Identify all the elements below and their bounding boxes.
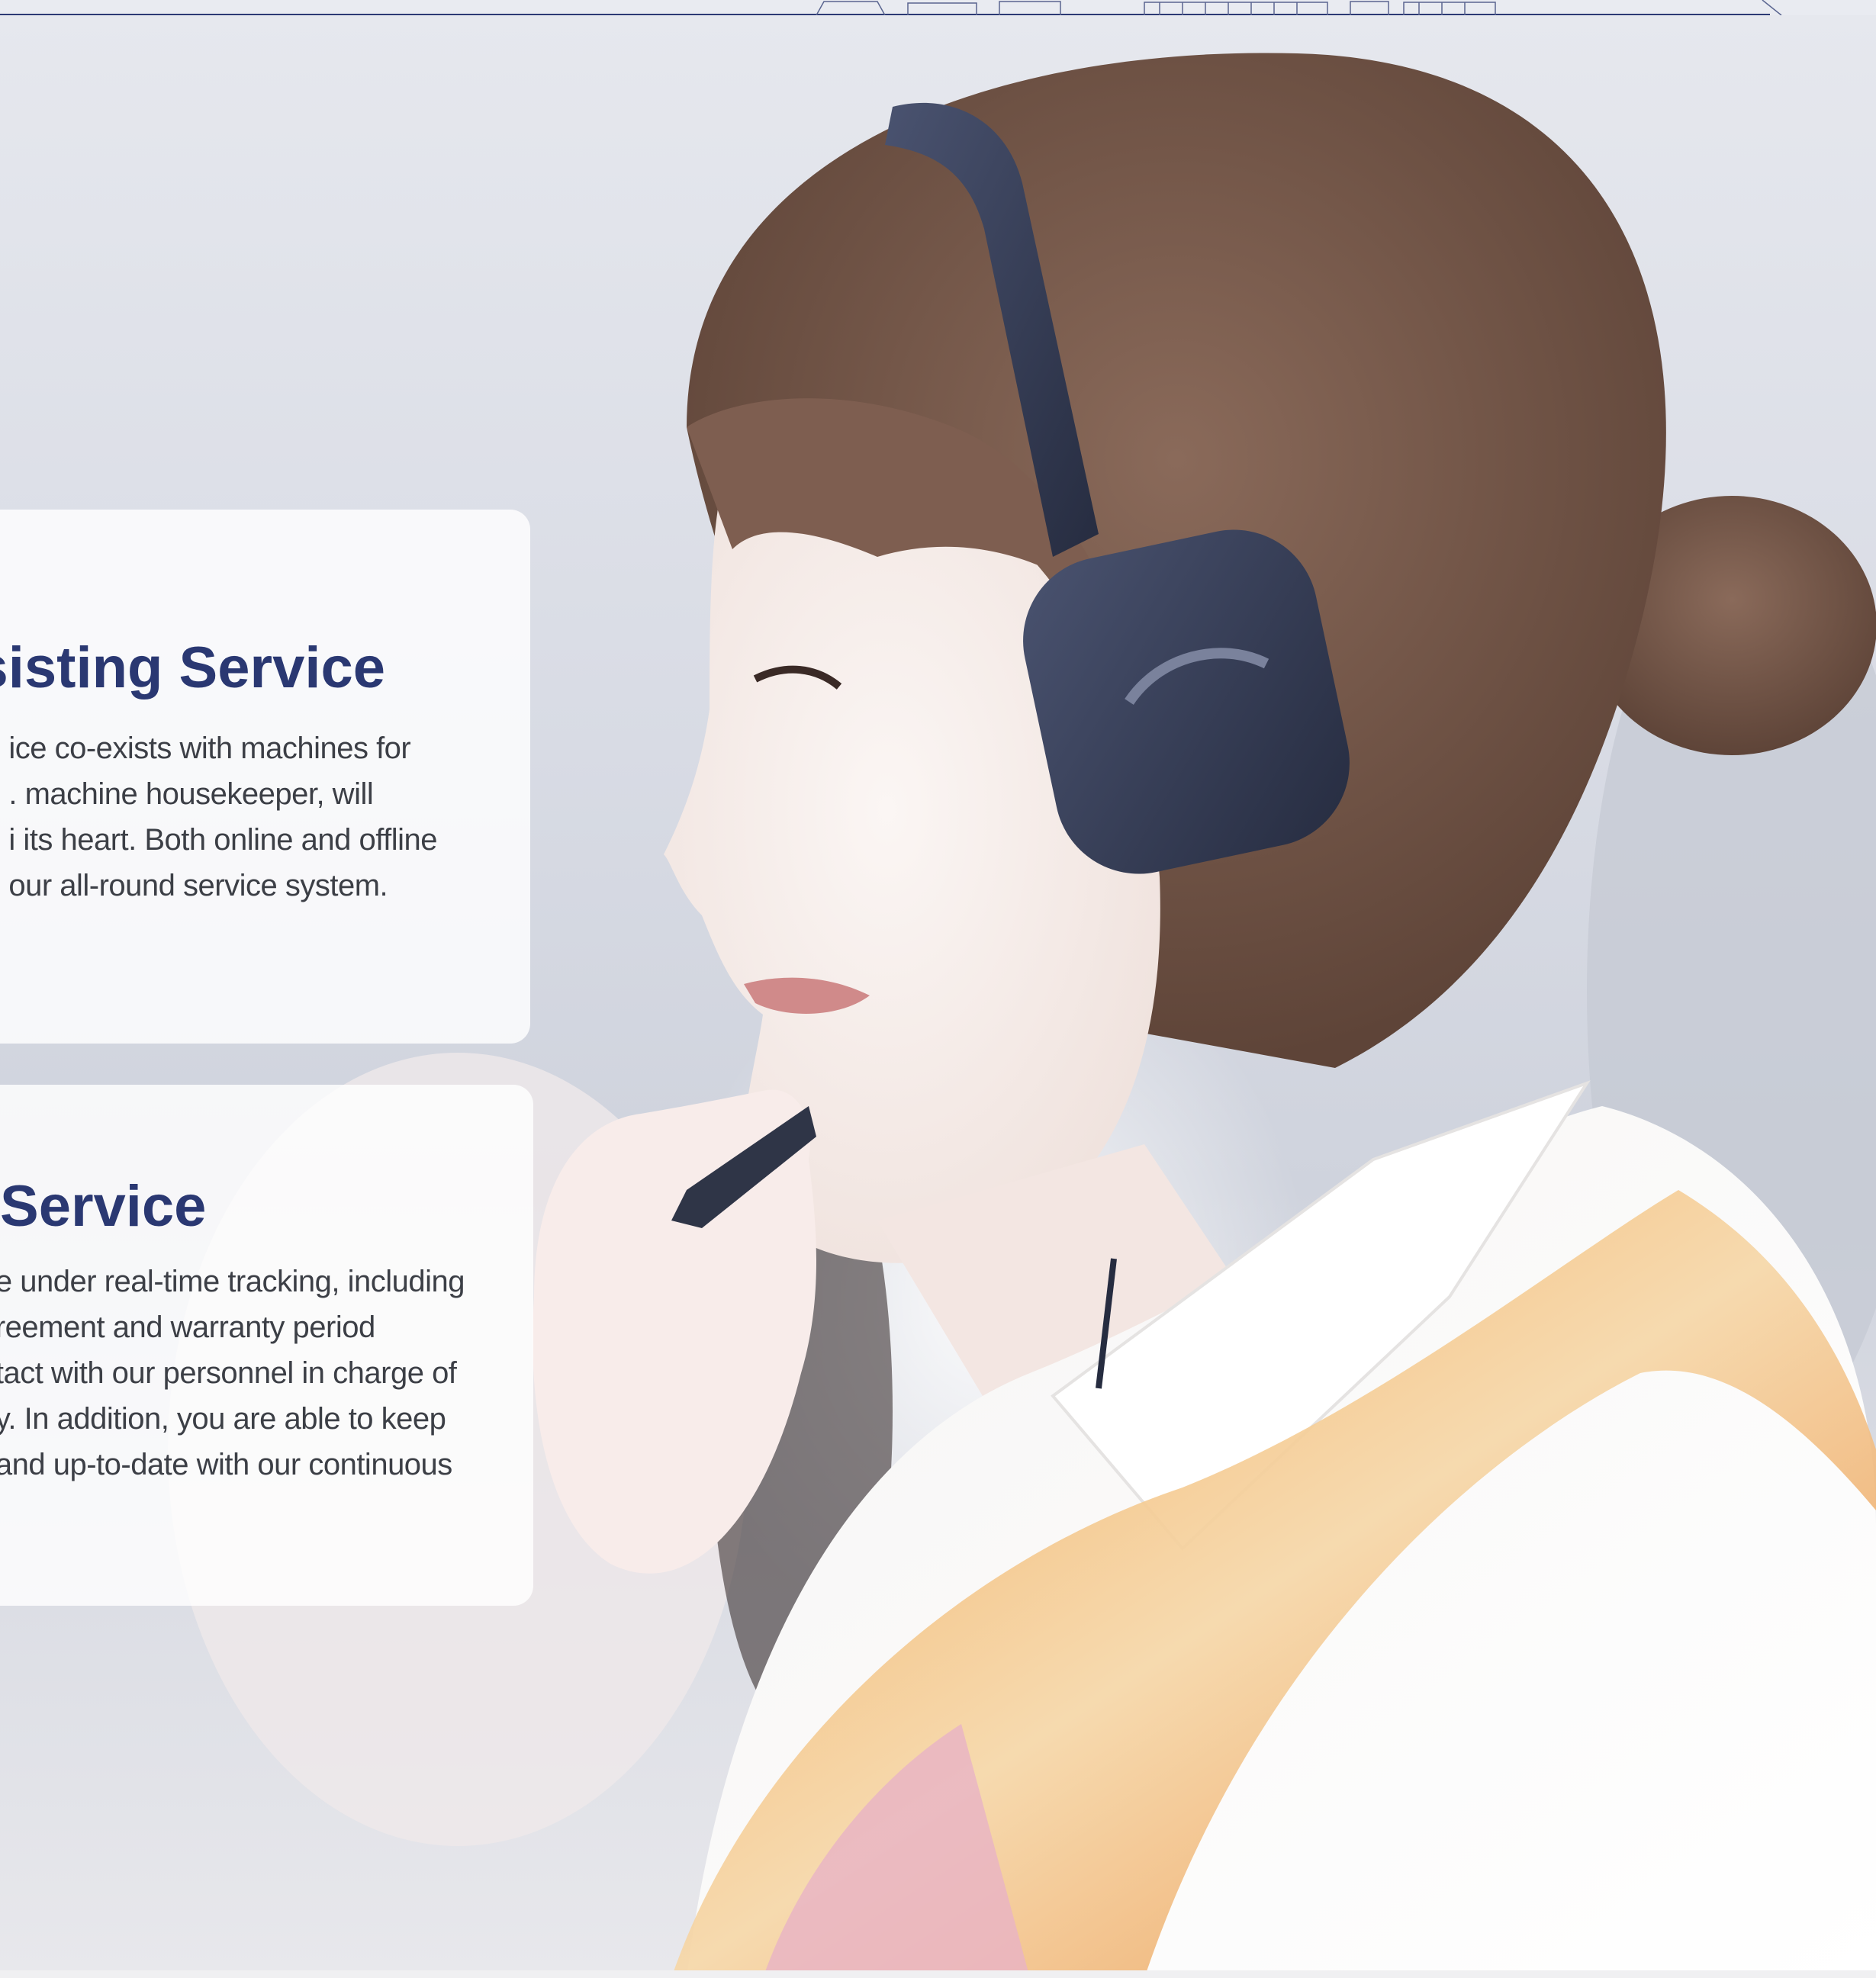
description-line: reement and warranty period	[0, 1311, 375, 1344]
assisting-service-title: Assisting Service	[0, 635, 385, 700]
description-line: tact with our personnel in charge of	[0, 1356, 457, 1390]
description-line: e under real-time tracking, including	[0, 1265, 465, 1298]
description-line: and up-to-date with our continuous	[0, 1448, 452, 1481]
bottom-strip	[0, 1970, 1876, 1978]
service-title: Service	[0, 1174, 207, 1239]
description-line: y. In addition, you are able to keep	[0, 1402, 446, 1436]
skyline-illustration	[816, 0, 1782, 15]
service-description: e under real-time tracking, including re…	[0, 1259, 465, 1488]
assisting-service-description: ice co-exists with machines for . machin…	[8, 725, 437, 909]
assisting-service-card: Assisting Service ice co-exists with mac…	[0, 510, 530, 1044]
description-line: i its heart. Both online and offline	[8, 823, 437, 857]
service-card: Service e under real-time tracking, incl…	[0, 1085, 533, 1606]
description-line: ice co-exists with machines for	[8, 732, 411, 765]
description-line: our all-round service system.	[8, 869, 388, 902]
description-line: . machine housekeeper, will	[8, 777, 374, 811]
